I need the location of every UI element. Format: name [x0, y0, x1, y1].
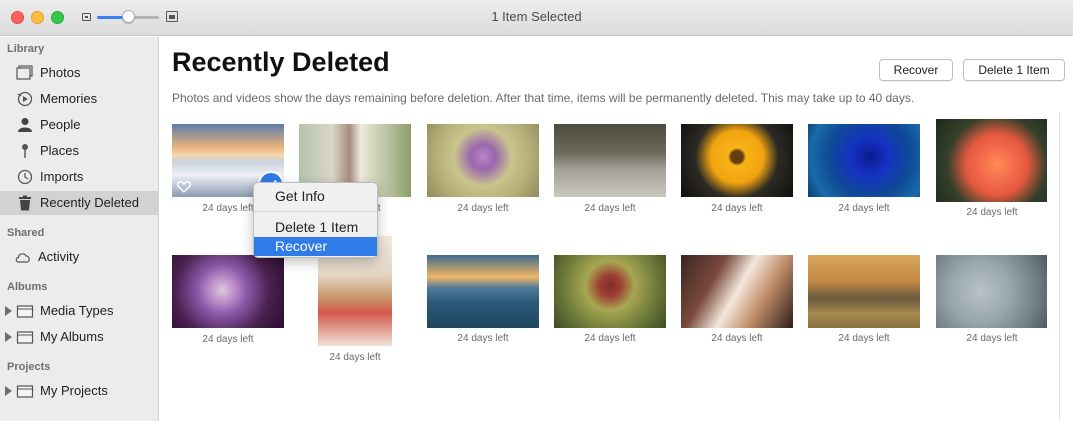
- sidebar-item-media-types[interactable]: Media Types: [0, 299, 158, 323]
- menu-item-get-info[interactable]: Get Info: [254, 187, 377, 206]
- title-bar: 1 Item Selected: [0, 0, 1073, 36]
- photo-caption: 24 days left: [838, 203, 890, 214]
- disclosure-triangle-icon[interactable]: [5, 332, 12, 342]
- disclosure-triangle-icon[interactable]: [5, 386, 12, 396]
- recover-button[interactable]: Recover: [879, 59, 953, 81]
- photo-caption: 24 days left: [838, 333, 890, 344]
- sidebar: Library Photos Memories People Places Im…: [0, 37, 159, 421]
- photo-thumbnail[interactable]: [554, 255, 666, 328]
- cloud-icon: [14, 249, 32, 265]
- photo-thumbnail[interactable]: [808, 255, 920, 328]
- menu-separator: [254, 211, 377, 212]
- sidebar-header-shared: Shared: [7, 227, 45, 239]
- menu-item-recover[interactable]: Recover: [254, 237, 377, 256]
- folder-icon: [16, 329, 34, 345]
- photo-caption: 24 days left: [329, 352, 381, 363]
- photo-thumbnail[interactable]: [681, 255, 793, 328]
- sidebar-header-albums: Albums: [7, 281, 48, 293]
- sidebar-item-my-albums[interactable]: My Albums: [0, 325, 158, 349]
- sidebar-header-library: Library: [7, 43, 45, 55]
- window-title: 1 Item Selected: [491, 9, 582, 24]
- photo-caption: 24 days left: [584, 203, 636, 214]
- photo-thumbnail[interactable]: [808, 124, 920, 197]
- photo-thumbnail[interactable]: [427, 255, 539, 328]
- sidebar-item-photos[interactable]: Photos: [0, 61, 158, 85]
- folder-icon: [16, 383, 34, 399]
- photo-caption: 24 days left: [966, 333, 1018, 344]
- photo-thumbnail[interactable]: [172, 255, 284, 328]
- photo-thumbnail[interactable]: [427, 124, 539, 197]
- imports-icon: [16, 169, 34, 185]
- sidebar-item-people[interactable]: People: [0, 113, 158, 137]
- sidebar-item-recently-deleted[interactable]: Recently Deleted: [0, 191, 158, 215]
- photo-thumbnail[interactable]: [936, 255, 1047, 328]
- context-menu: Get Info Delete 1 Item Recover: [253, 182, 378, 258]
- trash-icon: [16, 195, 34, 211]
- photo-caption: 24 days left: [584, 333, 636, 344]
- people-icon: [16, 117, 34, 133]
- delete-button[interactable]: Delete 1 Item: [963, 59, 1065, 81]
- menu-item-delete[interactable]: Delete 1 Item: [254, 218, 377, 237]
- sidebar-item-my-projects[interactable]: My Projects: [0, 379, 158, 403]
- heart-icon[interactable]: [177, 181, 191, 193]
- folder-icon: [16, 303, 34, 319]
- photo-caption: 24 days left: [457, 333, 509, 344]
- photo-caption: 24 days left: [966, 207, 1018, 218]
- page-title: Recently Deleted: [172, 47, 390, 77]
- memories-icon: [16, 91, 34, 107]
- sidebar-item-memories[interactable]: Memories: [0, 87, 158, 111]
- photo-thumbnail[interactable]: [936, 119, 1047, 202]
- sidebar-header-projects: Projects: [7, 361, 51, 373]
- photo-caption: 24 days left: [202, 334, 254, 345]
- photos-icon: [16, 65, 34, 81]
- scrollbar[interactable]: [1059, 112, 1060, 421]
- photo-caption: 24 days left: [711, 333, 763, 344]
- photo-thumbnail[interactable]: [681, 124, 793, 197]
- description-text: Photos and videos show the days remainin…: [172, 91, 915, 105]
- disclosure-triangle-icon[interactable]: [5, 306, 12, 316]
- photo-thumbnail[interactable]: [554, 124, 666, 197]
- sidebar-item-activity[interactable]: Activity: [0, 245, 158, 269]
- photo-caption: 24 days left: [711, 203, 763, 214]
- photo-caption: 24 days left: [457, 203, 509, 214]
- places-icon: [16, 143, 34, 159]
- sidebar-item-places[interactable]: Places: [0, 139, 158, 163]
- sidebar-item-imports[interactable]: Imports: [0, 165, 158, 189]
